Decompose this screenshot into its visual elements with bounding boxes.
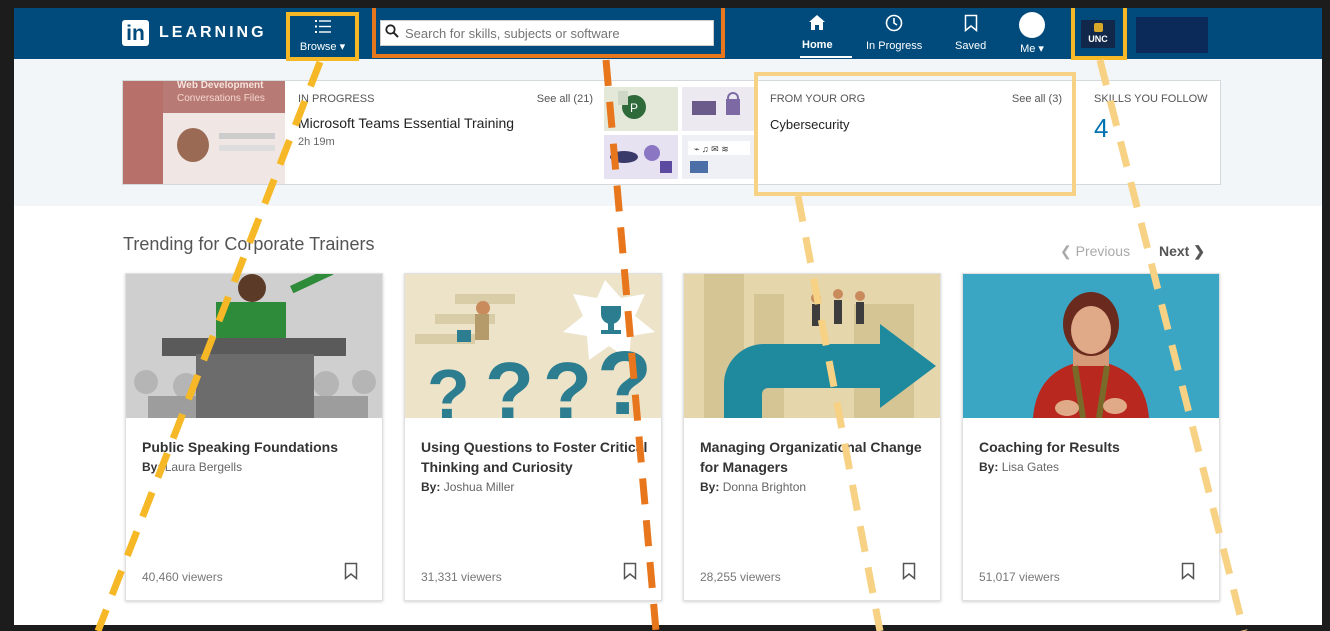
svg-text:?: ?: [427, 355, 470, 418]
author-prefix: By:: [979, 460, 999, 474]
viewer-count: 51,017 viewers: [979, 570, 1060, 584]
course-card[interactable]: Managing Organizational Change for Manag…: [683, 273, 941, 601]
course-author: By: Donna Brighton: [700, 480, 806, 494]
linkedin-in-icon: in: [122, 20, 149, 46]
viewer-count: 40,460 viewers: [142, 570, 223, 584]
nav-account-block[interactable]: [1136, 17, 1208, 53]
bookmark-icon[interactable]: [344, 562, 358, 581]
logo-wordmark: LEARNING: [159, 24, 267, 41]
home-icon: [802, 14, 833, 35]
browse-button[interactable]: Browse ▾: [286, 12, 359, 61]
skills-count: 4: [1094, 113, 1109, 143]
bookmark-icon[interactable]: [902, 562, 916, 581]
course-thumbnail: [126, 274, 382, 418]
course-card[interactable]: Coaching for Results By: Lisa Gates 51,0…: [962, 273, 1220, 601]
thumbnail-header: Web Development Conversations Files: [163, 81, 285, 113]
bookmark-icon: [955, 14, 986, 36]
svg-text:P: P: [630, 101, 638, 115]
avatar: [1019, 12, 1045, 38]
thumbnail-line: [219, 145, 275, 151]
search-highlight-box: [372, 8, 725, 58]
thumbnail-header-title: Web Development: [177, 81, 264, 91]
nav-home[interactable]: Home: [802, 14, 833, 51]
svg-text:?: ?: [597, 334, 652, 418]
previous-button[interactable]: ❮ Previous: [1060, 243, 1130, 260]
thumbnail-tile: [604, 135, 678, 179]
author-name: Laura Bergells: [164, 460, 243, 474]
nav-home-label: Home: [802, 39, 833, 51]
course-thumbnail: [684, 274, 940, 418]
thumbnail-header-tabs: Conversations Files: [177, 93, 265, 104]
course-title[interactable]: Public Speaking Foundations: [142, 437, 372, 457]
author-prefix: By:: [142, 460, 162, 474]
thumbnail-sidebar: [123, 81, 163, 184]
thumbnail-tile: P: [604, 87, 678, 131]
in-progress-section: IN PROGRESS See all (21) Microsoft Teams…: [298, 93, 593, 148]
course-author: By: Laura Bergells: [142, 460, 242, 474]
svg-text:?: ?: [543, 346, 592, 418]
org-highlight-box: [754, 72, 1076, 196]
skills-caption: SKILLS YOU FOLLOW: [1094, 93, 1208, 105]
thumbnail-tile: ⌁ ♫ ✉ ≋: [682, 135, 756, 179]
linkedin-learning-logo[interactable]: in LEARNING: [122, 20, 267, 46]
svg-text:⌁ ♫ ✉ ≋: ⌁ ♫ ✉ ≋: [694, 144, 729, 154]
course-card[interactable]: ???? Using Questions to Foster Critical …: [404, 273, 662, 601]
course-title[interactable]: Coaching for Results: [979, 437, 1209, 457]
nav-me[interactable]: Me ▾: [1019, 12, 1045, 55]
course-author: By: Joshua Miller: [421, 480, 514, 494]
in-progress-duration: 2h 19m: [298, 136, 335, 148]
author-name: Donna Brighton: [722, 480, 807, 494]
course-thumbnail-cybersecurity[interactable]: P ⌁ ♫ ✉ ≋: [604, 87, 756, 179]
thumbnail-tile: [682, 87, 756, 131]
course-card[interactable]: Public Speaking Foundations By: Laura Be…: [125, 273, 383, 601]
in-progress-course-title[interactable]: Microsoft Teams Essential Training: [298, 115, 593, 131]
author-name: Joshua Miller: [443, 480, 515, 494]
bookmark-icon[interactable]: [1181, 562, 1195, 581]
course-title[interactable]: Managing Organizational Change for Manag…: [700, 437, 930, 477]
course-thumbnail-teams[interactable]: Web Development Conversations Files: [123, 81, 285, 184]
browse-label: Browse ▾: [299, 41, 346, 53]
author-name: Lisa Gates: [1001, 460, 1060, 474]
course-thumbnail: ????: [405, 274, 661, 418]
bookmark-icon[interactable]: [623, 562, 637, 581]
nav-me-label: Me ▾: [1020, 43, 1044, 55]
viewer-count: 28,255 viewers: [700, 570, 781, 584]
course-thumbnail: [963, 274, 1219, 418]
nav-in-progress-label: In Progress: [866, 40, 923, 52]
list-icon: [290, 19, 355, 38]
course-author: By: Lisa Gates: [979, 460, 1059, 474]
linkedin-learning-page: in LEARNING Home In Progress: [14, 8, 1322, 625]
screenshot-frame: in LEARNING Home In Progress: [0, 0, 1330, 631]
thumbnail-line: [219, 133, 275, 139]
author-prefix: By:: [700, 480, 720, 494]
nav-in-progress[interactable]: In Progress: [866, 14, 922, 52]
nav-saved-label: Saved: [955, 40, 987, 52]
nav-saved[interactable]: Saved: [955, 14, 986, 52]
trending-title: Trending for Corporate Trainers: [123, 234, 375, 254]
clock-icon: [866, 14, 922, 36]
skills-you-follow-section[interactable]: SKILLS YOU FOLLOW 4: [1094, 93, 1208, 144]
viewer-count: 31,331 viewers: [421, 570, 502, 584]
svg-text:?: ?: [485, 346, 534, 418]
in-progress-see-all-link[interactable]: See all (21): [537, 93, 593, 105]
active-tab-indicator: [800, 56, 852, 58]
next-button[interactable]: Next ❯: [1159, 243, 1205, 260]
course-title[interactable]: Using Questions to Foster Critical Think…: [421, 437, 651, 477]
author-prefix: By:: [421, 480, 441, 494]
thumbnail-person: [177, 128, 209, 162]
org-logo-highlight-box: [1071, 8, 1127, 60]
